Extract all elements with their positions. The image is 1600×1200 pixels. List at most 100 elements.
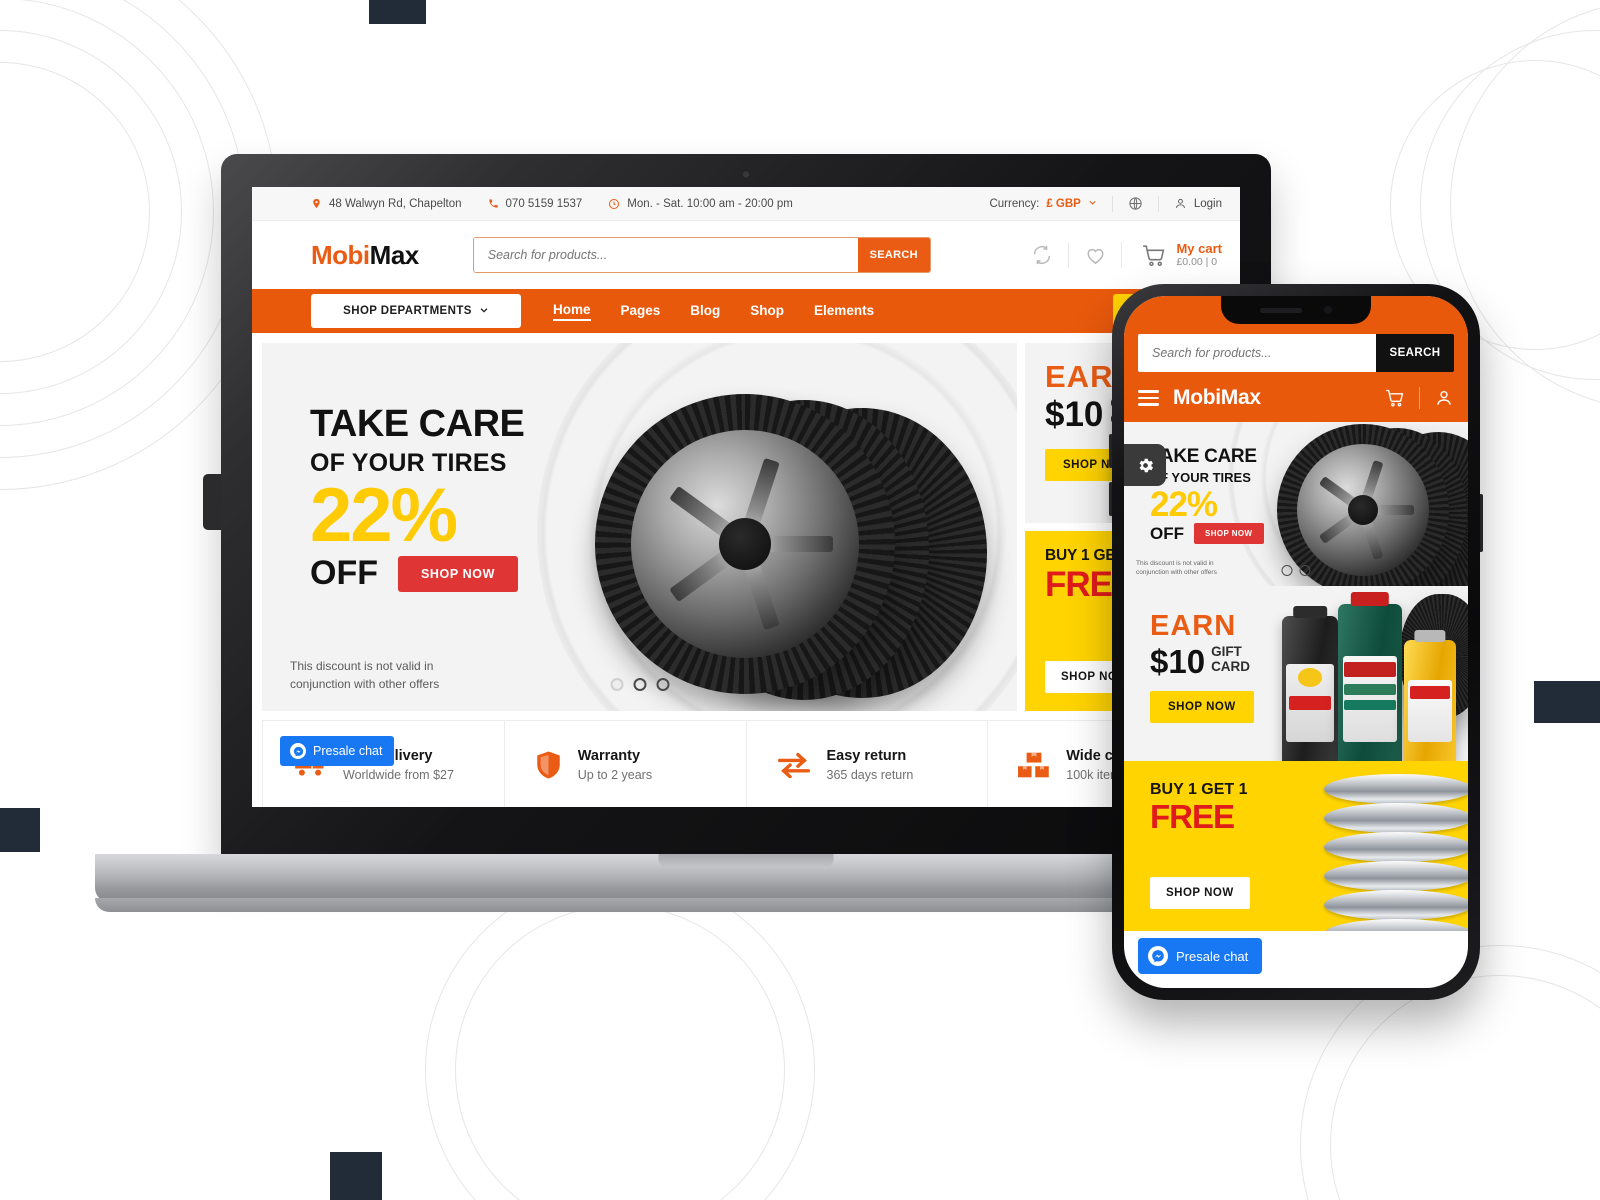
mobile-hero-disclaimer: This discount is not valid in conjunctio… <box>1136 559 1217 579</box>
login-label: Login <box>1193 197 1222 210</box>
topbar-hours-text: Mon. - Sat. 10:00 am - 20:00 pm <box>627 197 793 210</box>
nav-links: Home Pages Blog Shop Elements <box>553 302 874 321</box>
features-strip: Free delivery Worldwide from $27 Warrant… <box>262 720 1230 807</box>
hero-headline: TAKE CARE <box>310 403 525 445</box>
hamburger-menu-icon[interactable] <box>1138 390 1159 406</box>
wishlist-heart-icon[interactable] <box>1069 244 1121 267</box>
mobile-coil-spring-image <box>1324 774 1468 931</box>
laptop-camera-icon <box>741 170 751 179</box>
login-link[interactable]: Login <box>1174 197 1222 210</box>
hero-disclaimer-line2: conjunction with other offers <box>290 677 440 691</box>
feature-easy-return: Easy return 365 days return <box>747 721 989 807</box>
hero-discount: 22% <box>310 473 458 558</box>
feature-subtitle: 365 days return <box>826 767 914 782</box>
mobile-account-icon[interactable] <box>1434 388 1454 408</box>
cart-subtotal: £0.00 | 0 <box>1176 256 1218 269</box>
carousel-dot-2[interactable] <box>633 678 646 691</box>
mobile-carousel-dot-1[interactable] <box>1281 565 1293 576</box>
mobile-hero-discount: 22% <box>1150 485 1218 524</box>
mobile-header-bar: MobiMax <box>1124 382 1468 422</box>
laptop-hinge <box>203 474 221 530</box>
nav-item-pages[interactable]: Pages <box>621 303 661 320</box>
mobile-disclaimer-line1: This discount is not valid in <box>1136 559 1214 567</box>
shopping-cart-icon <box>1140 243 1167 268</box>
mobile-oil-bottles-image <box>1282 592 1468 761</box>
phone-screen: SEARCH MobiMax <box>1124 296 1468 988</box>
location-pin-icon <box>311 197 322 210</box>
hero-shop-now-button[interactable]: SHOP NOW <box>397 555 519 592</box>
topbar-divider <box>1111 195 1113 212</box>
topbar-address: 48 Walwyn Rd, Chapelton <box>311 197 462 210</box>
nav-item-blog[interactable]: Blog <box>690 303 720 320</box>
presale-chat-widget-desktop[interactable]: Presale chat <box>280 736 395 766</box>
decor-square-bottom <box>330 1152 382 1200</box>
messenger-icon <box>290 743 306 759</box>
mobile-bogo-shop-now-button[interactable]: SHOP NOW <box>1150 877 1250 909</box>
promo-amount: $10 <box>1045 395 1104 435</box>
compare-icon[interactable] <box>1016 244 1068 266</box>
user-icon <box>1174 197 1187 210</box>
presale-chat-widget-mobile[interactable]: Presale chat <box>1138 938 1263 974</box>
mobile-promo-gift-card-banner[interactable]: EARN $10 GIFT CARD SHOP NOW <box>1124 586 1468 761</box>
feature-subtitle: Worldwide from $27 <box>343 767 454 782</box>
topbar-divider-2 <box>1157 195 1159 212</box>
nav-item-elements[interactable]: Elements <box>814 303 874 320</box>
feature-subtitle: Up to 2 years <box>577 767 653 782</box>
mobile-cart-icon[interactable] <box>1384 388 1405 408</box>
chevron-down-icon <box>1088 198 1097 210</box>
cart-button[interactable]: My cart £0.00 | 0 <box>1122 241 1222 269</box>
desktop-topbar: 48 Walwyn Rd, Chapelton 070 5159 1537 Mo… <box>252 187 1240 221</box>
shop-departments-label: SHOP DEPARTMENTS <box>343 305 472 317</box>
currency-value: £ GBP <box>1046 197 1081 210</box>
currency-label: Currency: <box>989 197 1040 210</box>
mobile-promo-amount: $10 <box>1150 642 1206 680</box>
carousel-dot-1[interactable] <box>610 678 623 691</box>
hero-copy: TAKE CARE OF YOUR TIRES 22% OFF SHOP NOW <box>310 405 640 593</box>
decor-square-right <box>1534 681 1600 723</box>
topbar-phone[interactable]: 070 5159 1537 <box>488 197 582 210</box>
exchange-arrows-icon <box>777 752 811 778</box>
carousel-dot-3[interactable] <box>656 678 669 691</box>
search-bar[interactable]: SEARCH <box>472 237 931 273</box>
hero-disclaimer-line1: This discount is not valid in <box>290 659 434 673</box>
chevron-down-icon <box>479 305 489 318</box>
tire-product-image <box>587 374 987 711</box>
mobile-tire-image <box>1273 422 1468 586</box>
globe-icon[interactable] <box>1128 196 1143 211</box>
nav-item-home[interactable]: Home <box>553 302 591 321</box>
currency-switcher[interactable]: Currency: £ GBP <box>989 198 1096 210</box>
mobile-carousel-dots <box>1281 565 1311 576</box>
settings-gear-icon[interactable] <box>1124 444 1166 486</box>
nav-item-shop[interactable]: Shop <box>750 303 784 320</box>
search-input[interactable] <box>473 238 858 272</box>
mobile-hero-slider: TAKE CARE OF YOUR TIRES 22% OFF SHOP NOW… <box>1124 422 1468 586</box>
tire-front <box>595 394 895 694</box>
boxes-icon <box>1018 751 1050 779</box>
feature-title: Easy return <box>826 747 907 764</box>
mobile-header-divider <box>1419 387 1420 409</box>
mobile-gift-label: GIFT <box>1211 644 1242 659</box>
mobile-hero-shop-now-button[interactable]: SHOP NOW <box>1194 523 1264 544</box>
mobile-hero-headline: TAKE CARE <box>1150 446 1257 467</box>
mobile-site-logo[interactable]: MobiMax <box>1173 386 1261 410</box>
mobile-promo-bogo-banner[interactable]: BUY 1 GET 1 FREE SHOP NOW <box>1124 761 1468 931</box>
mobile-disclaimer-line2: conjunction with other offers <box>1136 569 1217 577</box>
mobile-carousel-dot-2[interactable] <box>1299 565 1311 576</box>
site-logo[interactable]: MobiMax <box>311 240 419 271</box>
mobile-card-label: CARD <box>1211 659 1251 675</box>
shop-departments-button[interactable]: SHOP DEPARTMENTS <box>311 294 521 328</box>
mobile-gift-shop-now-button[interactable]: SHOP NOW <box>1150 691 1254 724</box>
mobile-search-input[interactable] <box>1138 334 1376 372</box>
mobile-search-bar[interactable]: SEARCH <box>1138 334 1454 372</box>
topbar-address-text: 48 Walwyn Rd, Chapelton <box>329 197 462 210</box>
mockup-stage: 48 Walwyn Rd, Chapelton 070 5159 1537 Mo… <box>0 0 1600 1200</box>
messenger-icon <box>1148 946 1168 966</box>
hero-disclaimer: This discount is not valid in conjunctio… <box>290 657 439 693</box>
mobile-hero-off-label: OFF <box>1150 523 1184 543</box>
search-button[interactable]: SEARCH <box>857 238 930 272</box>
decor-square-top <box>369 0 426 24</box>
mobile-search-button[interactable]: SEARCH <box>1376 334 1454 372</box>
phone-speaker <box>1260 307 1302 313</box>
topbar-hours: Mon. - Sat. 10:00 am - 20:00 pm <box>608 198 793 210</box>
presale-chat-label: Presale chat <box>313 744 383 758</box>
